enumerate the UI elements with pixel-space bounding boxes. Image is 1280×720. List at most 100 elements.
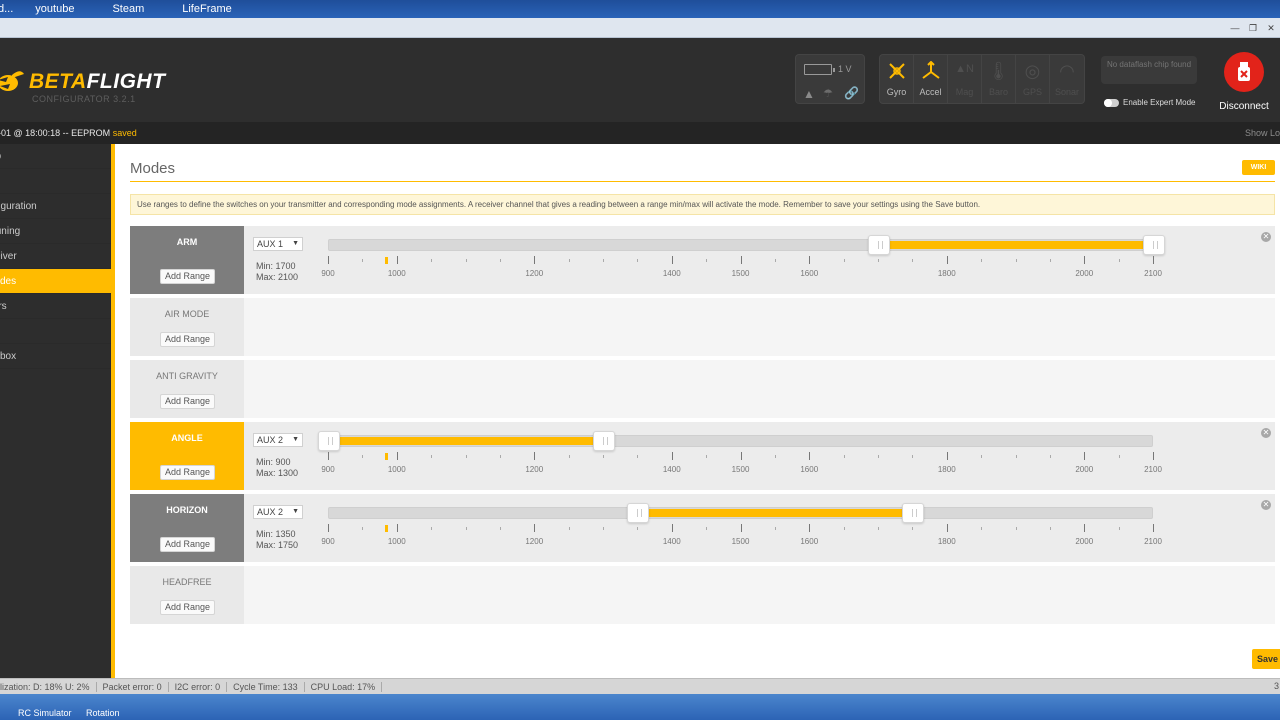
- wiki-button[interactable]: WIKI: [1242, 160, 1275, 175]
- baro-icon: 🌡: [987, 61, 1010, 81]
- remove-range-icon[interactable]: ✕: [1261, 428, 1271, 438]
- sensor-label: GPS: [1022, 87, 1042, 97]
- scale-tick: [706, 455, 708, 458]
- scale-label: 900: [321, 465, 335, 474]
- page-title: Modes: [130, 160, 176, 177]
- disconnect-label: Disconnect: [1219, 101, 1269, 112]
- scale-tick: [946, 256, 948, 264]
- scale-tick: [534, 524, 536, 532]
- close-button[interactable]: ✕: [1262, 21, 1280, 35]
- scale-tick: [1015, 455, 1017, 458]
- add-range-button[interactable]: Add Range: [160, 537, 215, 552]
- add-range-button[interactable]: Add Range: [160, 332, 215, 347]
- range-values: Min: 1350 Max: 1750: [256, 529, 298, 551]
- remove-range-icon[interactable]: ✕: [1261, 232, 1271, 242]
- sidebar-item-pid-tuning[interactable]: Tuning: [0, 219, 113, 244]
- range-fill: [329, 437, 604, 445]
- scale-tick: [431, 527, 433, 530]
- scale-label: 1200: [525, 537, 544, 546]
- scale-tick: [603, 455, 604, 458]
- restore-button[interactable]: ❐: [1244, 21, 1262, 35]
- gps-icon: ◎: [1024, 61, 1041, 81]
- scale-label: 2000: [1075, 269, 1094, 278]
- scale-tick: [706, 259, 708, 262]
- mode-title: HORIZON: [166, 505, 208, 515]
- range-min-handle[interactable]: [627, 503, 650, 523]
- sidebar: up ts nfiguration Tuning ceiver des tors…: [0, 144, 113, 678]
- aux-channel-select[interactable]: AUX 1 ▼: [253, 237, 303, 251]
- battery-voltage: 1 V: [838, 64, 852, 74]
- save-button[interactable]: Save: [1252, 649, 1280, 669]
- bookmark-steam[interactable]: Steam: [112, 3, 144, 15]
- sonar-icon: ◠: [1059, 61, 1075, 81]
- range-fill: [879, 241, 1154, 249]
- sidebar-item-motors[interactable]: tors: [0, 294, 113, 319]
- sidebar-item-blackbox[interactable]: ckbox: [0, 344, 113, 369]
- range-max-handle[interactable]: [593, 431, 615, 451]
- range-slider[interactable]: [328, 503, 1153, 523]
- status-version: 3: [1273, 681, 1279, 691]
- mode-title: ARM: [176, 237, 198, 247]
- scale-tick: [671, 452, 673, 460]
- mode-name-panel: ARM Add Range: [130, 226, 244, 294]
- modes-content: Modes WIKI Use ranges to define the swit…: [115, 144, 1280, 678]
- sidebar-item-modes[interactable]: des: [0, 269, 113, 294]
- mag-icon: ▲N: [955, 63, 974, 75]
- scale-label: 1200: [525, 465, 544, 474]
- scale-tick: [362, 527, 364, 530]
- range-max: Max: 1750: [256, 540, 299, 550]
- mode-row: AIR MODE Add Range: [130, 298, 1275, 356]
- remove-range-icon[interactable]: ✕: [1261, 500, 1271, 510]
- status-cycle-time: Cycle Time: 133: [227, 681, 305, 692]
- bookmark-youtube[interactable]: youtube: [35, 3, 74, 15]
- sidebar-item-osd[interactable]: D: [0, 319, 113, 344]
- battery-icon: [804, 64, 835, 75]
- channel-position-marker: [385, 257, 389, 264]
- sidebar-item-receiver[interactable]: ceiver: [0, 244, 113, 269]
- status-cpu-load: CPU Load: 17%: [305, 681, 383, 692]
- range-max-handle[interactable]: [1143, 235, 1165, 255]
- range-min-handle[interactable]: [318, 431, 340, 451]
- range-max-handle[interactable]: [902, 503, 925, 523]
- disconnect-button[interactable]: Disconnect: [1214, 52, 1274, 112]
- aux-channel-value: AUX 2: [257, 507, 284, 517]
- app-header: BETAFLIGHT CONFIGURATOR 3.2.1 1 V ▲ ☂ 🔗 …: [0, 38, 1280, 122]
- range-min: Min: 1350: [256, 529, 296, 539]
- taskbar: RC Simulator Rotation: [0, 694, 1280, 720]
- add-range-button[interactable]: Add Range: [160, 600, 215, 615]
- scale-tick: [774, 527, 776, 530]
- range-min-handle[interactable]: [868, 235, 890, 255]
- scale-tick: [1084, 524, 1086, 532]
- sidebar-item-configuration[interactable]: nfiguration: [0, 194, 113, 219]
- aux-channel-select[interactable]: AUX 2 ▼: [253, 433, 303, 447]
- add-range-button[interactable]: Add Range: [160, 269, 215, 284]
- chevron-down-icon: ▼: [292, 508, 299, 515]
- range-slider[interactable]: [318, 431, 1153, 451]
- expert-mode-toggle[interactable]: Enable Expert Mode: [1104, 98, 1196, 107]
- add-range-button[interactable]: Add Range: [160, 465, 215, 480]
- status-utilization: ilization: D: 18% U: 2%: [0, 681, 97, 692]
- scale-label: 1000: [387, 465, 406, 474]
- scale-label: 2100: [1144, 269, 1162, 278]
- toggle-switch[interactable]: [1104, 98, 1119, 107]
- add-range-button[interactable]: Add Range: [160, 394, 215, 409]
- range-slider[interactable]: [328, 235, 1165, 255]
- aux-channel-select[interactable]: AUX 2 ▼: [253, 505, 303, 519]
- log-message: -01 @ 18:00:18 -- EEPROM saved: [0, 122, 137, 144]
- bookmark-item[interactable]: d...: [0, 3, 13, 15]
- show-log-link[interactable]: Show Lo: [1245, 122, 1280, 144]
- sidebar-item-setup[interactable]: up: [0, 144, 113, 169]
- minimize-button[interactable]: —: [1226, 21, 1244, 35]
- scale-tick: [946, 524, 948, 532]
- taskbar-rc-simulator[interactable]: RC Simulator: [18, 708, 72, 718]
- taskbar-rotation[interactable]: Rotation: [86, 708, 120, 718]
- scale-tick: [878, 455, 879, 458]
- scale-tick: [1153, 256, 1154, 264]
- sidebar-item-ports[interactable]: ts: [0, 169, 113, 194]
- sensor-mag: ▲N Mag: [948, 55, 982, 103]
- range-scale: 900 1000 1200 1400 1500 1600 1800 2000 2100: [321, 256, 1162, 286]
- usb-disconnect-icon[interactable]: [1224, 52, 1264, 92]
- warning-icon: ▲: [803, 87, 815, 101]
- bookmark-lifeframe[interactable]: LifeFrame: [182, 3, 232, 15]
- scale-tick: [912, 259, 914, 262]
